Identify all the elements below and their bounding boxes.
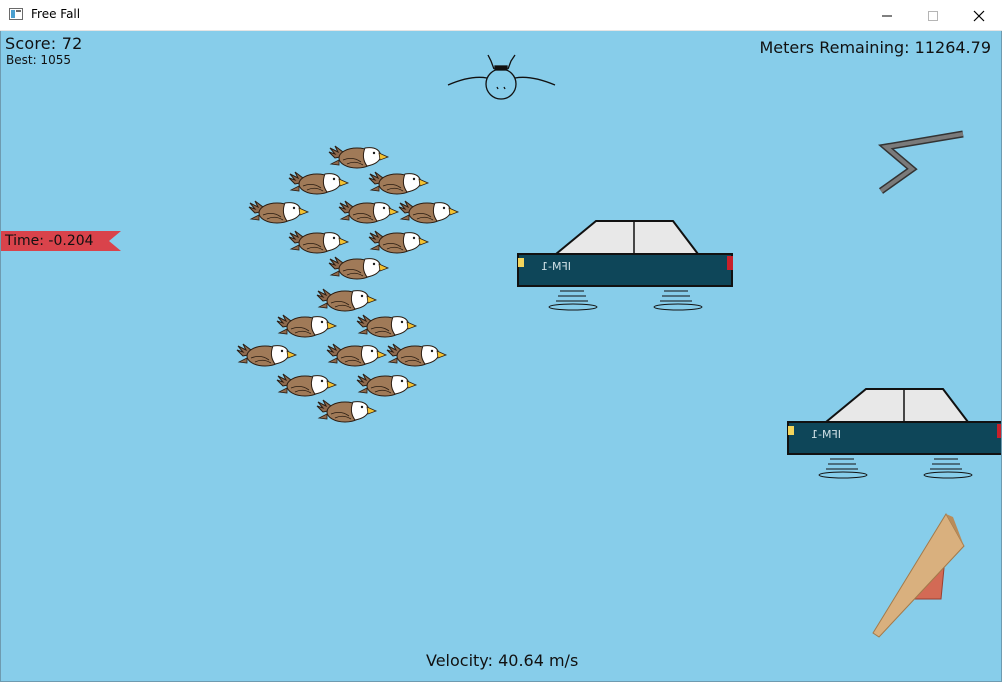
minimize-icon	[882, 15, 892, 16]
game-canvas[interactable]: Score: 72 Best: 1055 Meters Remaining: 1…	[0, 31, 1002, 682]
car-1-plate: IFM-1	[541, 260, 572, 273]
close-icon	[973, 10, 985, 21]
skydiver-player	[447, 54, 556, 100]
maximize-icon	[928, 10, 938, 21]
scene-layer	[236, 54, 1001, 638]
wooden-plank-obstacle	[872, 513, 965, 638]
maximize-button[interactable]	[910, 0, 956, 31]
eagle-flock-lower	[236, 288, 447, 423]
app-icon	[9, 8, 23, 20]
minimize-button[interactable]	[864, 0, 910, 31]
window-title: Free Fall	[31, 7, 81, 21]
close-button[interactable]	[956, 0, 1002, 31]
bent-pipe-obstacle	[877, 130, 964, 194]
car-2-plate: IFM-1	[811, 428, 842, 441]
eagle-flock-upper	[248, 145, 459, 280]
title-bar: Free Fall	[0, 0, 1002, 31]
